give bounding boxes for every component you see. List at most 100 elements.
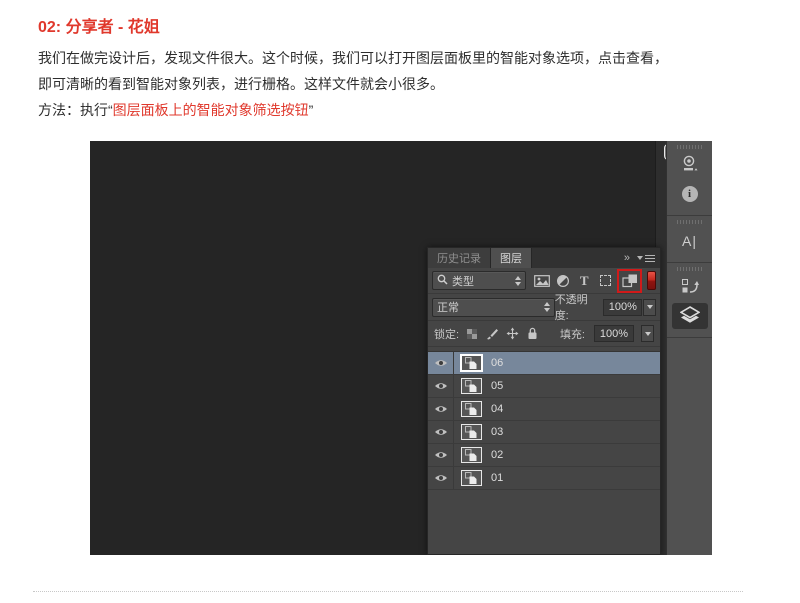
eye-icon [434, 473, 448, 483]
layer-row-03[interactable]: 03 [428, 421, 660, 444]
filter-smart-objects-button[interactable] [620, 271, 640, 290]
page-title: 02: 分享者 - 花姐 [38, 13, 160, 37]
visibility-toggle[interactable] [428, 421, 454, 443]
smart-object-thumbnail[interactable] [461, 378, 482, 394]
spinner-arrows-icon [515, 276, 521, 286]
dock-section-1: i [667, 141, 712, 216]
smart-object-badge-icon [465, 472, 478, 485]
eye-icon [434, 450, 448, 460]
filter-kind-buttons: T [532, 269, 642, 293]
method-prefix: 方法：执行“ [38, 102, 113, 118]
layer-name: 02 [491, 449, 503, 461]
smart-object-thumbnail[interactable] [461, 401, 482, 417]
info-icon: i [682, 186, 698, 202]
layer-name: 05 [491, 380, 503, 392]
panel-dock: i A| [666, 141, 712, 555]
smart-object-thumbnail[interactable] [461, 447, 482, 463]
panel-tab-bar: 历史记录 图层 » [428, 248, 660, 268]
layer-row-06[interactable]: 06 [428, 352, 660, 375]
color-panel-icon [681, 155, 699, 177]
dock-section-3 [667, 263, 712, 338]
opacity-dropdown-button[interactable] [643, 299, 656, 316]
character-panel-icon: A| [682, 233, 697, 249]
dock-grip-icon[interactable] [677, 220, 703, 224]
paragraph-line-2: 即可清晰的看到智能对象列表，进行栅格。这样文件就会小很多。 [38, 76, 444, 92]
lock-icon [527, 327, 538, 340]
tutorial-page: 02: 分享者 - 花姐 我们在做完设计后，发现文件很大。这个时候，我们可以打开… [0, 0, 800, 603]
layers-panel-button[interactable] [672, 303, 708, 329]
fill-dropdown-button[interactable] [641, 325, 654, 342]
dock-section-2: A| [667, 216, 712, 263]
tab-layers[interactable]: 图层 [491, 248, 532, 268]
layer-row-04[interactable]: 04 [428, 398, 660, 421]
layer-name: 01 [491, 472, 503, 484]
eye-icon [434, 381, 448, 391]
smart-object-badge-icon [465, 403, 478, 416]
layer-filter-row: 类型 T [428, 268, 660, 294]
color-panel-button[interactable] [672, 153, 708, 179]
visibility-toggle[interactable] [428, 444, 454, 466]
filter-pixel-layers-button[interactable] [532, 271, 552, 290]
dock-grip-icon[interactable] [677, 145, 703, 149]
visibility-toggle[interactable] [428, 352, 454, 374]
dock-grip-icon[interactable] [677, 267, 703, 271]
method-suffix: ” [309, 102, 314, 118]
dotted-separator [33, 591, 743, 592]
lock-label: 锁定: [434, 326, 459, 342]
lock-all-button[interactable] [525, 327, 539, 341]
filter-adjustment-layers-button[interactable] [553, 271, 573, 290]
eye-icon [434, 404, 448, 414]
pixel-layer-icon [534, 275, 550, 287]
smart-object-icon [622, 273, 638, 288]
panel-menu-icon[interactable] [637, 255, 655, 262]
move-icon [506, 327, 519, 340]
info-panel-button[interactable]: i [672, 181, 708, 207]
lock-pixels-button[interactable] [485, 327, 499, 341]
tab-history[interactable]: 历史记录 [428, 248, 491, 268]
layer-row-01[interactable]: 01 [428, 467, 660, 490]
layer-row-05[interactable]: 05 [428, 375, 660, 398]
blend-mode-value: 正常 [437, 299, 459, 315]
smart-object-thumbnail[interactable] [461, 470, 482, 486]
smart-object-thumbnail[interactable] [461, 424, 482, 440]
eye-icon [434, 427, 448, 437]
red-annotation-box [617, 269, 642, 293]
layer-list: 06 05 [428, 351, 660, 490]
panel-tab-controls: » [624, 248, 660, 268]
type-layer-icon: T [580, 273, 589, 289]
method-highlight: 图层面板上的智能对象筛选按钮 [113, 102, 309, 118]
layer-row-02[interactable]: 02 [428, 444, 660, 467]
character-panel-button[interactable]: A| [672, 228, 708, 254]
search-icon [437, 274, 448, 288]
opacity-value-field[interactable]: 100% [603, 299, 642, 316]
blend-mode-row: 正常 不透明度: 100% [428, 294, 660, 321]
visibility-toggle[interactable] [428, 398, 454, 420]
filter-type-layers-button[interactable]: T [574, 271, 594, 290]
layers-panel-icon [680, 305, 700, 328]
lock-transparency-button[interactable] [465, 327, 479, 341]
smart-object-badge-icon [465, 426, 478, 439]
opacity-label: 不透明度: [555, 291, 601, 323]
filter-type-dropdown[interactable]: 类型 [432, 271, 526, 290]
visibility-toggle[interactable] [428, 467, 454, 489]
article-paragraph: 我们在做完设计后，发现文件很大。这个时候，我们可以打开图层面板里的智能对象选项，… [38, 45, 773, 123]
photoshop-screenshot: i A| [90, 141, 712, 555]
history-panel-icon [681, 278, 699, 299]
paragraph-line-1: 我们在做完设计后，发现文件很大。这个时候，我们可以打开图层面板里的智能对象选项，… [38, 50, 668, 66]
blend-mode-dropdown[interactable]: 正常 [432, 298, 555, 317]
smart-object-thumbnail[interactable] [461, 355, 482, 371]
filter-shape-layers-button[interactable] [595, 271, 615, 290]
lock-position-button[interactable] [505, 327, 519, 341]
smart-object-badge-icon [465, 380, 478, 393]
history-panel-button[interactable] [672, 275, 708, 301]
lock-row: 锁定: 填充: 100% [428, 321, 660, 347]
layer-name: 06 [491, 357, 503, 369]
spinner-arrows-icon [544, 302, 550, 312]
visibility-toggle[interactable] [428, 375, 454, 397]
layer-name: 04 [491, 403, 503, 415]
collapse-panel-icon[interactable]: » [624, 253, 630, 264]
layer-name: 03 [491, 426, 503, 438]
fill-value-field[interactable]: 100% [594, 325, 634, 342]
adjustment-layer-icon [556, 274, 570, 288]
filter-on-off-toggle[interactable] [647, 271, 656, 290]
